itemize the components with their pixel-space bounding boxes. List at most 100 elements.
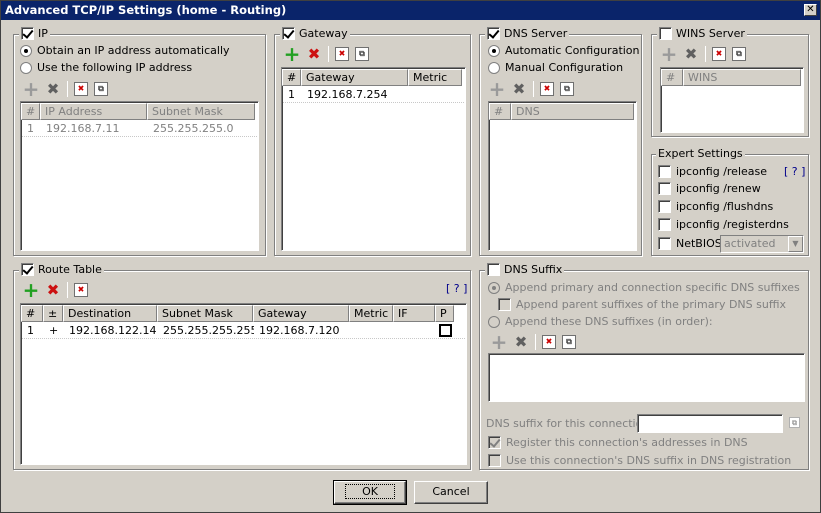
column-header[interactable]: Metric [349,305,393,322]
wins-delete-button[interactable]: ✖ [683,46,699,62]
append-primary-option[interactable]: Append primary and connection specific D… [488,281,800,294]
route-table-header[interactable]: Route Table [19,263,104,276]
dns-manual-radio[interactable] [488,61,500,74]
ip-copy-button[interactable]: ⧉ [94,82,108,96]
column-header[interactable]: # [282,69,301,86]
column-header[interactable]: Gateway [301,69,408,86]
ip-manual-radio[interactable] [20,61,32,74]
column-header[interactable]: Metric [408,69,462,86]
dns-auto-option[interactable]: Automatic Configuration [488,44,640,57]
netbios-option[interactable]: NetBIOS [658,237,722,250]
chevron-down-icon[interactable]: ▼ [788,236,803,252]
gateway-delete-button[interactable]: ✖ [306,46,322,62]
dns-server-checkbox[interactable] [487,27,500,40]
gateway-checkbox[interactable] [282,27,295,40]
wins-list[interactable]: # WINS [660,67,804,133]
column-header[interactable]: Destination [63,305,157,322]
close-button[interactable]: ✕ [804,4,817,16]
gateway-group-header[interactable]: Gateway [280,27,350,40]
column-header[interactable]: # [21,103,40,120]
append-parent-checkbox[interactable] [498,298,511,311]
dns-list[interactable]: # DNS [488,101,637,251]
ip-group-header[interactable]: IP [19,27,50,40]
column-header[interactable]: # [489,103,511,120]
dns-suffix-checkbox[interactable] [487,263,500,276]
ipconfig-release-option[interactable]: ipconfig /release [658,165,767,178]
gateway-copy-button[interactable]: ⧉ [355,47,369,61]
wins-group-header[interactable]: WINS Server [657,27,747,40]
wins-clear-button[interactable]: ✖ [712,47,726,61]
wins-add-button[interactable]: + [661,44,678,64]
ipconfig-registerdns-checkbox[interactable] [658,218,671,231]
dns-server-group-header[interactable]: DNS Server [485,27,570,40]
gateway-list-row[interactable]: 1 192.168.7.254 [283,87,464,103]
register-option[interactable]: Register this connection's addresses in … [488,436,748,449]
column-header[interactable]: IF [393,305,435,322]
ipconfig-renew-checkbox[interactable] [658,182,671,195]
route-table-checkbox[interactable] [21,263,34,276]
column-header[interactable]: IP Address [40,103,147,120]
dns-auto-radio[interactable] [488,44,500,57]
cancel-button[interactable]: Cancel [414,481,488,504]
column-header[interactable]: # [661,69,683,86]
wins-checkbox[interactable] [659,27,672,40]
persistent-checkbox[interactable] [439,324,452,337]
netbios-select[interactable]: activated ▼ [720,235,804,253]
ipconfig-flushdns-option[interactable]: ipconfig /flushdns [658,200,773,213]
gateway-list[interactable]: # Gateway Metric 1 192.168.7.254 [281,67,466,251]
column-header[interactable]: # [21,305,43,322]
column-header[interactable]: Gateway [253,305,349,322]
dns-clear-button[interactable]: ✖ [540,82,554,96]
ip-add-button[interactable]: + [23,79,40,99]
register-checkbox[interactable] [488,436,501,449]
gateway-clear-button[interactable]: ✖ [335,47,349,61]
dns-delete-button[interactable]: ✖ [511,81,527,97]
suffix-add-button[interactable]: + [491,332,508,352]
ip-checkbox[interactable] [21,27,34,40]
dns-copy-button[interactable]: ⧉ [560,82,574,96]
ip-delete-button[interactable]: ✖ [45,81,61,97]
route-delete-button[interactable]: ✖ [45,282,61,298]
route-list-row[interactable]: 1 + 192.168.122.14 255.255.255.255 192.1… [22,323,465,339]
use-suffix-checkbox[interactable] [488,454,501,467]
dns-suffix-header[interactable]: DNS Suffix [485,263,565,276]
column-header[interactable]: P [435,305,454,322]
netbios-checkbox[interactable] [658,237,671,250]
suffix-delete-button[interactable]: ✖ [513,334,529,350]
ip-manual-option[interactable]: Use the following IP address [20,61,192,74]
ip-clear-button[interactable]: ✖ [74,82,88,96]
persistent-cell[interactable] [436,323,455,338]
column-header[interactable]: WINS [683,69,801,86]
append-these-radio[interactable] [488,315,500,328]
append-parent-option[interactable]: Append parent suffixes of the primary DN… [498,298,786,311]
suffix-field-copy-button[interactable]: ⧉ [789,417,800,428]
use-suffix-option[interactable]: Use this connection's DNS suffix in DNS … [488,454,791,467]
column-header[interactable]: DNS [511,103,634,120]
route-clear-button[interactable]: ✖ [74,283,88,297]
append-primary-radio[interactable] [488,281,500,294]
ipconfig-flushdns-checkbox[interactable] [658,200,671,213]
ip-auto-radio[interactable] [20,44,32,57]
ipconfig-registerdns-option[interactable]: ipconfig /registerdns [658,218,789,231]
ok-button[interactable]: OK [333,480,407,505]
wins-copy-button[interactable]: ⧉ [732,47,746,61]
append-these-option[interactable]: Append these DNS suffixes (in order): [488,315,713,328]
dns-suffix-list[interactable] [488,353,805,402]
column-header[interactable]: Subnet Mask [147,103,255,120]
suffix-copy-button[interactable]: ⧉ [562,335,576,349]
column-header[interactable]: Subnet Mask [157,305,253,322]
ip-auto-option[interactable]: Obtain an IP address automatically [20,44,230,57]
dns-manual-option[interactable]: Manual Configuration [488,61,623,74]
ip-list-row[interactable]: 1 192.168.7.11 255.255.255.0 [22,121,257,137]
gateway-add-button[interactable]: + [284,44,301,64]
suffix-clear-button[interactable]: ✖ [542,335,556,349]
conn-suffix-input[interactable] [637,414,783,433]
ip-list[interactable]: # IP Address Subnet Mask 1 192.168.7.11 … [20,101,259,251]
route-list[interactable]: # ± Destination Subnet Mask Gateway Metr… [20,303,467,465]
ipconfig-release-checkbox[interactable] [658,165,671,178]
ipconfig-renew-option[interactable]: ipconfig /renew [658,182,761,195]
dns-add-button[interactable]: + [489,79,506,99]
expert-help-link[interactable]: [ ? ] [784,165,805,178]
route-help-link[interactable]: [ ? ] [446,282,467,295]
route-add-button[interactable]: + [23,280,40,300]
